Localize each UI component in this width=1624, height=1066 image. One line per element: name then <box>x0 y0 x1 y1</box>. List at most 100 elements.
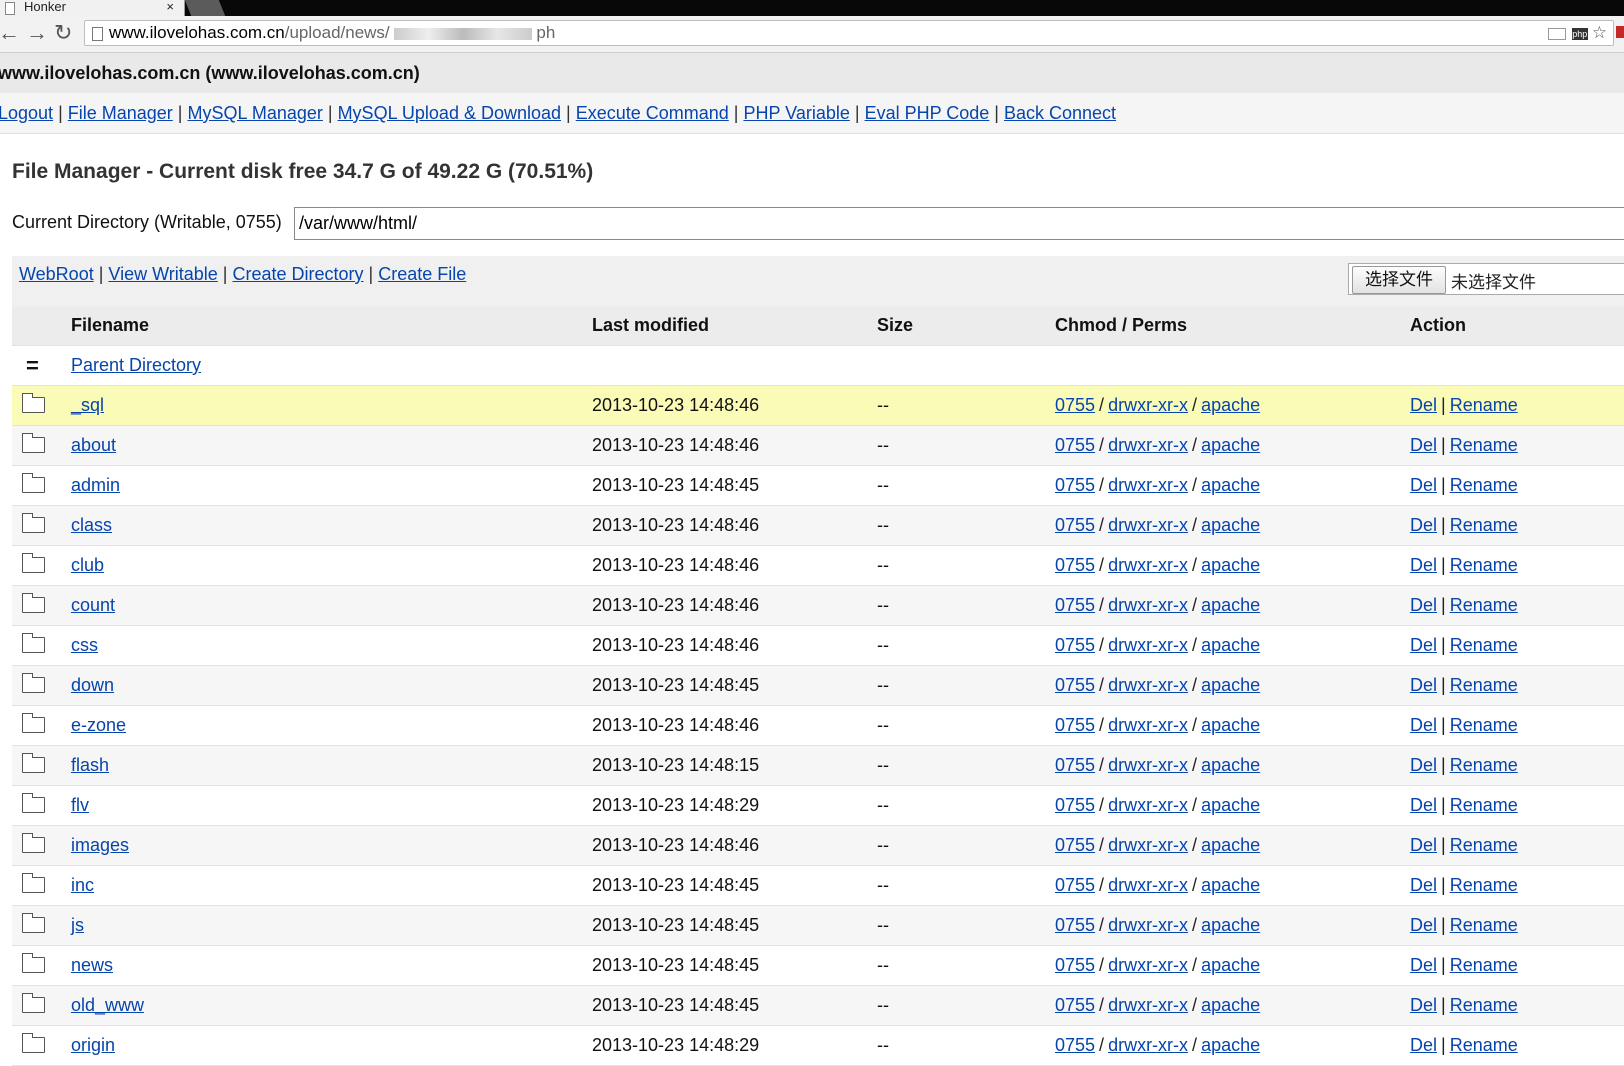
chmod-link[interactable]: 0755 <box>1055 995 1095 1015</box>
folder-name-link[interactable]: count <box>71 586 115 625</box>
folder-name-link[interactable]: origin <box>71 1026 115 1065</box>
delete-link[interactable]: Del <box>1410 715 1437 735</box>
rename-link[interactable]: Rename <box>1450 555 1518 575</box>
chmod-link[interactable]: 0755 <box>1055 635 1095 655</box>
owner-link[interactable]: apache <box>1201 555 1260 575</box>
nav-logout[interactable]: Logout <box>0 103 53 123</box>
folder-name-link[interactable]: news <box>71 946 113 985</box>
folder-name-link[interactable]: club <box>71 546 104 585</box>
parent-directory-link[interactable]: Parent Directory <box>71 346 201 385</box>
perms-link[interactable]: drwxr-xr-x <box>1108 955 1188 975</box>
nav-execute-command[interactable]: Execute Command <box>576 103 729 123</box>
rename-link[interactable]: Rename <box>1450 835 1518 855</box>
delete-link[interactable]: Del <box>1410 395 1437 415</box>
new-tab-button[interactable] <box>184 0 226 16</box>
nav-mysql-upload-download[interactable]: MySQL Upload & Download <box>338 103 561 123</box>
back-arrow-icon[interactable]: ← <box>0 21 20 45</box>
nav-eval-php-code[interactable]: Eval PHP Code <box>865 103 990 123</box>
chmod-link[interactable]: 0755 <box>1055 835 1095 855</box>
folder-name-link[interactable]: about <box>71 426 116 465</box>
rename-link[interactable]: Rename <box>1450 515 1518 535</box>
nav-file-manager[interactable]: File Manager <box>68 103 173 123</box>
rename-link[interactable]: Rename <box>1450 1035 1518 1055</box>
rename-link[interactable]: Rename <box>1450 635 1518 655</box>
perms-link[interactable]: drwxr-xr-x <box>1108 555 1188 575</box>
folder-name-link[interactable]: flash <box>71 746 109 785</box>
perms-link[interactable]: drwxr-xr-x <box>1108 835 1188 855</box>
folder-name-link[interactable]: down <box>71 666 114 705</box>
rename-link[interactable]: Rename <box>1450 955 1518 975</box>
owner-link[interactable]: apache <box>1201 995 1260 1015</box>
owner-link[interactable]: apache <box>1201 715 1260 735</box>
rename-link[interactable]: Rename <box>1450 595 1518 615</box>
perms-link[interactable]: drwxr-xr-x <box>1108 595 1188 615</box>
delete-link[interactable]: Del <box>1410 435 1437 455</box>
chmod-link[interactable]: 0755 <box>1055 435 1095 455</box>
chmod-link[interactable]: 0755 <box>1055 475 1095 495</box>
rename-link[interactable]: Rename <box>1450 395 1518 415</box>
php-extension-icon[interactable]: php <box>1571 27 1588 40</box>
folder-name-link[interactable]: _sql <box>71 386 104 425</box>
rename-link[interactable]: Rename <box>1450 915 1518 935</box>
owner-link[interactable]: apache <box>1201 915 1260 935</box>
perms-link[interactable]: drwxr-xr-x <box>1108 875 1188 895</box>
owner-link[interactable]: apache <box>1201 435 1260 455</box>
chmod-link[interactable]: 0755 <box>1055 795 1095 815</box>
owner-link[interactable]: apache <box>1201 635 1260 655</box>
delete-link[interactable]: Del <box>1410 515 1437 535</box>
delete-link[interactable]: Del <box>1410 755 1437 775</box>
perms-link[interactable]: drwxr-xr-x <box>1108 995 1188 1015</box>
delete-link[interactable]: Del <box>1410 595 1437 615</box>
chmod-link[interactable]: 0755 <box>1055 915 1095 935</box>
delete-link[interactable]: Del <box>1410 635 1437 655</box>
browser-tab[interactable]: Honker × <box>0 0 185 16</box>
reload-icon[interactable]: ↻ <box>54 21 72 45</box>
chmod-link[interactable]: 0755 <box>1055 1035 1095 1055</box>
star-icon[interactable]: ☆ <box>1592 23 1607 42</box>
chmod-link[interactable]: 0755 <box>1055 555 1095 575</box>
perms-link[interactable]: drwxr-xr-x <box>1108 395 1188 415</box>
delete-link[interactable]: Del <box>1410 875 1437 895</box>
file-upload-input[interactable]: 选择文件 未选择文件 <box>1348 263 1624 295</box>
forward-arrow-icon[interactable]: → <box>26 21 48 45</box>
delete-link[interactable]: Del <box>1410 555 1437 575</box>
perms-link[interactable]: drwxr-xr-x <box>1108 755 1188 775</box>
chmod-link[interactable]: 0755 <box>1055 755 1095 775</box>
current-directory-input[interactable] <box>294 207 1624 240</box>
nav-back-connect[interactable]: Back Connect <box>1004 103 1116 123</box>
nav-mysql-manager[interactable]: MySQL Manager <box>187 103 322 123</box>
rename-link[interactable]: Rename <box>1450 995 1518 1015</box>
owner-link[interactable]: apache <box>1201 875 1260 895</box>
delete-link[interactable]: Del <box>1410 995 1437 1015</box>
folder-name-link[interactable]: css <box>71 626 98 665</box>
folder-name-link[interactable]: old_www <box>71 986 144 1025</box>
rename-link[interactable]: Rename <box>1450 675 1518 695</box>
owner-link[interactable]: apache <box>1201 835 1260 855</box>
folder-name-link[interactable]: admin <box>71 466 120 505</box>
owner-link[interactable]: apache <box>1201 675 1260 695</box>
chmod-link[interactable]: 0755 <box>1055 715 1095 735</box>
rename-link[interactable]: Rename <box>1450 755 1518 775</box>
address-bar[interactable]: www.ilovelohas.com.cn/upload/news/ ph ph… <box>84 20 1614 46</box>
owner-link[interactable]: apache <box>1201 755 1260 775</box>
delete-link[interactable]: Del <box>1410 795 1437 815</box>
owner-link[interactable]: apache <box>1201 595 1260 615</box>
chmod-link[interactable]: 0755 <box>1055 395 1095 415</box>
owner-link[interactable]: apache <box>1201 475 1260 495</box>
perms-link[interactable]: drwxr-xr-x <box>1108 915 1188 935</box>
create-file-link[interactable]: Create File <box>378 264 466 284</box>
perms-link[interactable]: drwxr-xr-x <box>1108 715 1188 735</box>
chmod-link[interactable]: 0755 <box>1055 515 1095 535</box>
owner-link[interactable]: apache <box>1201 395 1260 415</box>
url-text[interactable]: www.ilovelohas.com.cn/upload/news/ ph <box>109 23 555 43</box>
delete-link[interactable]: Del <box>1410 675 1437 695</box>
folder-name-link[interactable]: flv <box>71 786 89 825</box>
owner-link[interactable]: apache <box>1201 515 1260 535</box>
perms-link[interactable]: drwxr-xr-x <box>1108 515 1188 535</box>
mail-icon[interactable] <box>1547 27 1566 40</box>
folder-name-link[interactable]: inc <box>71 866 94 905</box>
folder-name-link[interactable]: class <box>71 506 112 545</box>
rename-link[interactable]: Rename <box>1450 435 1518 455</box>
perms-link[interactable]: drwxr-xr-x <box>1108 675 1188 695</box>
delete-link[interactable]: Del <box>1410 915 1437 935</box>
